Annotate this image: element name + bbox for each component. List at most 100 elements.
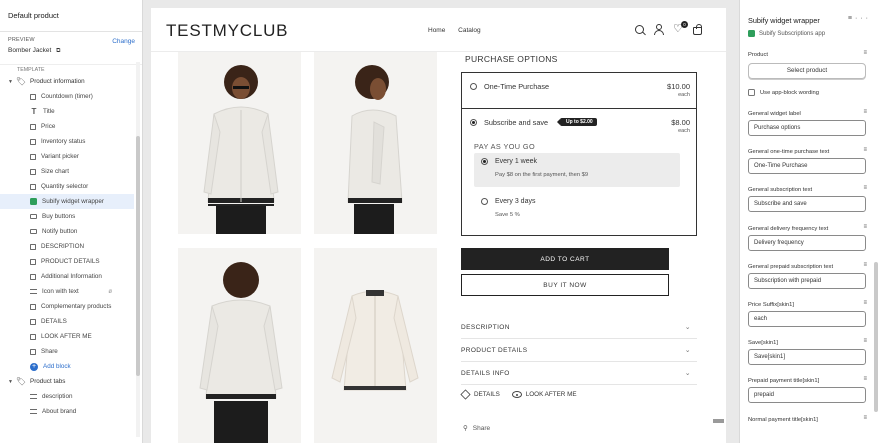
more-icon[interactable]: ···	[855, 15, 871, 22]
add-block-button[interactable]: + Add block	[0, 359, 142, 374]
block-item[interactable]: LOOK AFTER ME	[0, 329, 142, 344]
nav-home[interactable]: Home	[428, 27, 445, 34]
product-image-flat[interactable]	[314, 248, 437, 443]
block-item[interactable]: Notify button	[0, 224, 142, 239]
external-link-icon[interactable]: ⧉	[56, 48, 60, 54]
block-label: Inventory status	[41, 138, 86, 145]
subscribe-label[interactable]: Subscribe and save	[484, 118, 548, 127]
block-item[interactable]: Icon with text ø	[0, 284, 142, 299]
frequency-name-1: Every 1 week	[495, 158, 538, 165]
block-item[interactable]: Subify widget wrapper	[0, 194, 134, 209]
block-item[interactable]: Share	[0, 344, 142, 359]
hidden-eye-icon[interactable]: ø	[108, 289, 112, 295]
box-icon	[460, 389, 471, 400]
text-field[interactable]: Subscription with prepaid	[748, 272, 866, 289]
share-label: Share	[472, 424, 491, 432]
add-to-cart-button[interactable]: ADD TO CART	[461, 248, 669, 270]
subscribe-radio[interactable]	[470, 119, 477, 126]
block-item[interactable]: DESCRIPTION	[0, 239, 142, 254]
buy-it-now-button[interactable]: BUY IT NOW	[461, 274, 669, 296]
block-item[interactable]: Complementary products	[0, 299, 142, 314]
database-icon[interactable]: ≡	[863, 185, 867, 191]
block-item[interactable]: Variant picker	[0, 149, 142, 164]
database-icon[interactable]: ≡	[863, 376, 867, 382]
database-icon[interactable]: ≡	[863, 415, 867, 421]
block-item[interactable]: DETAILS	[0, 314, 142, 329]
block-item[interactable]: T Title	[0, 104, 142, 119]
product-image-side[interactable]	[314, 52, 437, 234]
preview-product[interactable]: Bomber Jacket ⧉	[8, 47, 134, 55]
frequency-radio-2[interactable]	[481, 198, 488, 205]
one-time-option[interactable]: One-Time Purchase $10.00 each	[462, 73, 696, 109]
database-icon[interactable]: ≡	[863, 224, 867, 230]
store-logo[interactable]: TESTMYCLUB	[166, 21, 288, 41]
chevron-down-icon[interactable]: ▼	[8, 79, 14, 85]
account-icon[interactable]	[653, 24, 664, 35]
bracket-icon	[30, 333, 36, 340]
text-field[interactable]: Delivery frequency	[748, 234, 866, 251]
canvas-scroll-indicator[interactable]	[713, 419, 724, 423]
block-item[interactable]: About brand	[0, 404, 142, 419]
accordion-description[interactable]: DESCRIPTION ⌄	[461, 316, 697, 339]
block-item[interactable]: Countdown (timer)	[0, 89, 142, 104]
nav-catalog[interactable]: Catalog	[458, 27, 480, 34]
block-label: About brand	[42, 408, 77, 415]
block-label: Size chart	[41, 168, 69, 175]
app-source: Subify Subscriptions app	[748, 30, 825, 37]
block-item[interactable]: PRODUCT DETAILS	[0, 254, 142, 269]
change-link[interactable]: Change	[112, 38, 135, 45]
database-icon[interactable]: ≡	[863, 147, 867, 153]
sidebar-scroll-thumb[interactable]	[136, 136, 140, 376]
field-label: General subscription text	[748, 187, 813, 194]
accordion-product-details[interactable]: PRODUCT DETAILS ⌄	[461, 339, 697, 362]
settings-scrollbar[interactable]	[874, 262, 878, 412]
look-after-me-tab[interactable]: LOOK AFTER ME	[511, 391, 577, 398]
product-image-back[interactable]	[178, 248, 301, 443]
block-item[interactable]: description	[0, 389, 142, 404]
field-label: Save[skin1]	[748, 340, 778, 347]
frequency-option[interactable]: Every 3 days Save 5 %	[474, 193, 680, 223]
checkbox[interactable]	[748, 89, 755, 96]
accordion-details-info[interactable]: DETAILS INFO ⌄	[461, 362, 697, 385]
block-item[interactable]: Price	[0, 119, 142, 134]
database-icon[interactable]: ≡	[863, 109, 867, 115]
section-label: Product tabs	[30, 378, 66, 385]
database-icon[interactable]: ≡	[863, 262, 867, 268]
bracket-icon	[30, 258, 36, 265]
one-time-radio[interactable]	[470, 83, 477, 90]
text-field[interactable]: Subscribe and save	[748, 196, 866, 213]
text-field[interactable]: each	[748, 311, 866, 327]
field-label: Normal payment title[skin1]	[748, 416, 818, 423]
settings-panel: Subify widget wrapper ≡··· Subify Subscr…	[739, 0, 879, 443]
sidebar-scrollbar[interactable]	[136, 62, 140, 437]
select-product-button[interactable]: Select product	[748, 63, 866, 79]
text-field[interactable]: prepaid	[748, 387, 866, 404]
text-field[interactable]: One-Time Purchase	[748, 158, 866, 175]
frequency-radio-1[interactable]	[481, 158, 488, 165]
database-icon[interactable]: ≡	[863, 50, 867, 56]
chevron-down-icon[interactable]: ▼	[8, 379, 14, 385]
field-label: General one-time purchase text	[748, 149, 830, 156]
database-icon[interactable]: ≡	[863, 338, 867, 344]
section-product-information[interactable]: ▼ 🏷 Product information	[0, 74, 142, 89]
frequency-sub-1: Pay $8 on the first payment, then $9	[495, 172, 589, 178]
text-field[interactable]: Purchase options	[748, 120, 866, 136]
text-field[interactable]: Save[skin1]	[748, 349, 866, 366]
block-item[interactable]: Quantity selector	[0, 179, 142, 194]
product-image-front[interactable]	[178, 52, 301, 234]
block-item[interactable]: Size chart	[0, 164, 142, 179]
cart-bag-icon[interactable]	[693, 24, 702, 35]
block-item[interactable]: Additional Information	[0, 269, 142, 284]
search-icon[interactable]	[635, 25, 644, 34]
bracket-icon	[30, 318, 36, 325]
database-icon[interactable]: ≡	[863, 300, 867, 306]
details-tab[interactable]: DETAILS	[460, 389, 500, 400]
database-icon[interactable]: ≡	[848, 15, 855, 22]
block-item[interactable]: Buy buttons	[0, 209, 142, 224]
frequency-option-selected[interactable]: Every 1 week Pay $8 on the first payment…	[474, 153, 680, 187]
block-item[interactable]: Inventory status	[0, 134, 142, 149]
app-block-wording-checkbox[interactable]: Use app-block wording	[748, 89, 819, 96]
wishlist-button[interactable]: ♡ 0	[673, 21, 688, 35]
section-product-tabs[interactable]: ▼ 🏷 Product tabs	[0, 374, 142, 389]
share-button[interactable]: ⚲ Share	[463, 424, 491, 433]
